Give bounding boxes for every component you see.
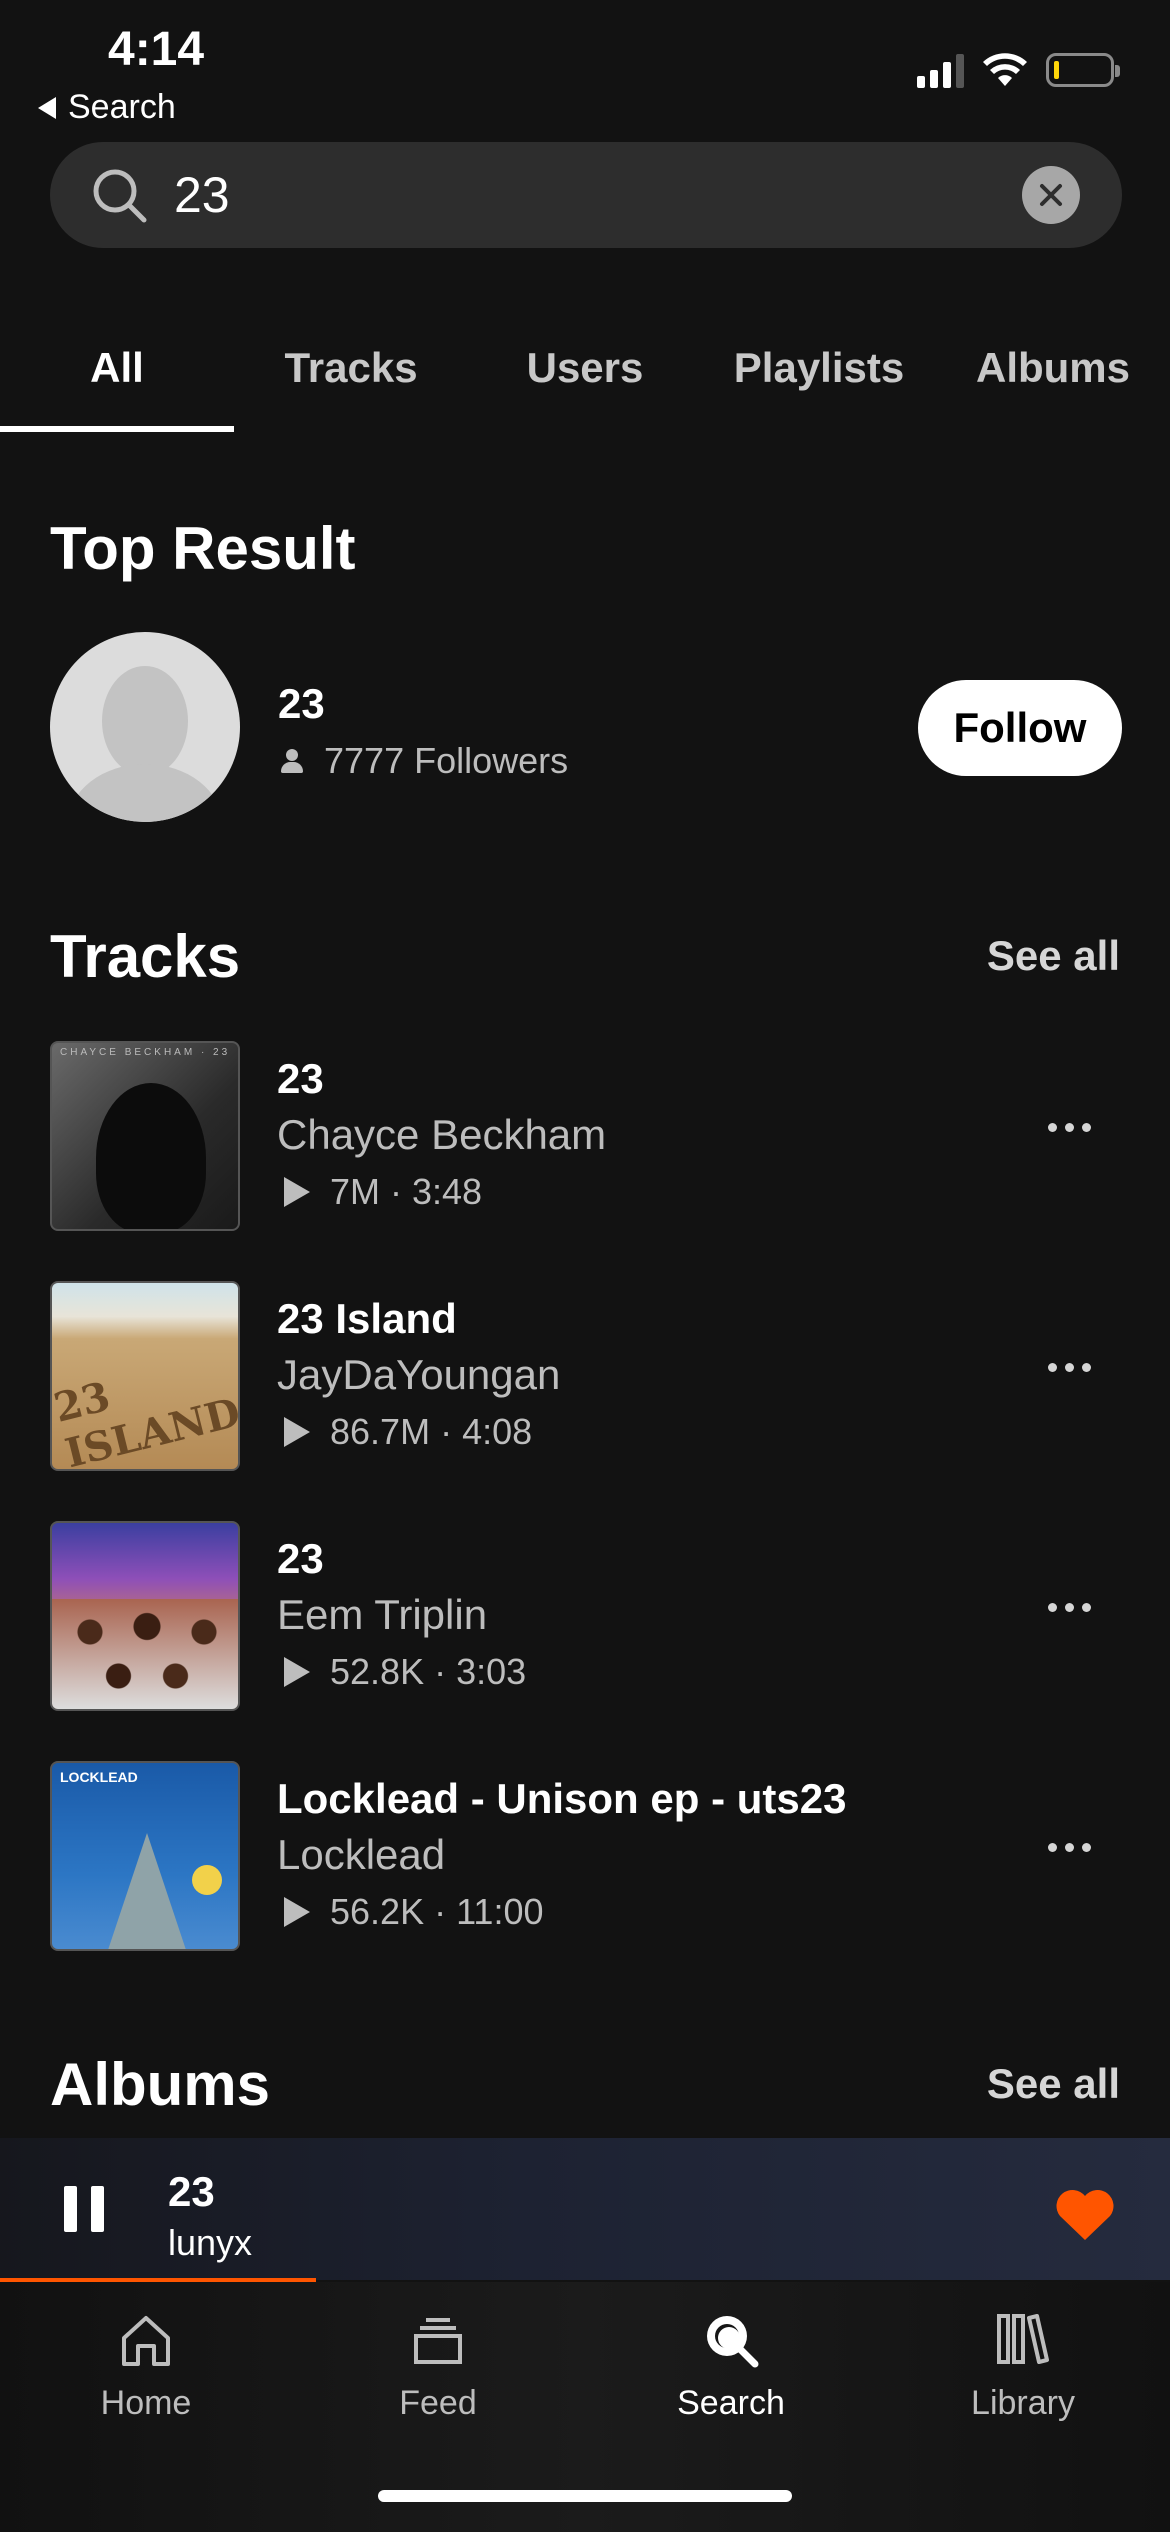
tab-albums[interactable]: Albums (976, 344, 1130, 392)
track-artwork: LOCKLEAD (50, 1761, 240, 1951)
nav-search[interactable]: Search (631, 2308, 831, 2423)
more-options-button[interactable] (1048, 1603, 1091, 1612)
person-icon (278, 747, 306, 775)
now-playing-artist: lunyx (168, 2222, 253, 2263)
nav-library[interactable]: Library (923, 2308, 1123, 2423)
track-duration: 4:08 (462, 1411, 533, 1452)
pause-button[interactable] (64, 2186, 104, 2232)
track-row[interactable]: 23 ISLAND 23 Island JayDaYoungan 86.7M ·… (0, 1281, 1170, 1473)
track-stats: 7M · 3:48 (284, 1171, 482, 1213)
track-plays: 7M (330, 1171, 381, 1212)
track-artist: JayDaYoungan (277, 1351, 561, 1398)
track-title: 23 (277, 1055, 324, 1102)
tab-users[interactable]: Users (527, 344, 644, 392)
nav-feed[interactable]: Feed (338, 2308, 538, 2423)
avatar[interactable] (50, 632, 240, 822)
search-icon (707, 2316, 759, 2368)
play-count-icon (284, 1897, 310, 1927)
track-row[interactable]: CHAYCE BECKHAM · 23 23 Chayce Beckham 7M… (0, 1041, 1170, 1233)
home-icon (122, 2316, 170, 2366)
track-artwork: CHAYCE BECKHAM · 23 (50, 1041, 240, 1231)
top-result-heading: Top Result (50, 515, 356, 582)
active-tab-indicator (0, 426, 234, 432)
nav-home-label: Home (100, 2384, 192, 2422)
library-icon (997, 2314, 1049, 2364)
search-icon (93, 169, 147, 223)
track-row[interactable]: 23 Eem Triplin 52.8K · 3:03 (0, 1521, 1170, 1713)
track-title: 23 Island (277, 1295, 457, 1342)
top-result-name[interactable]: 23 (278, 680, 325, 728)
albums-heading: Albums (50, 2051, 271, 2118)
track-title: Locklead - Unison ep - uts23 (277, 1775, 847, 1822)
tracks-heading: Tracks (50, 923, 241, 990)
nav-feed-label: Feed (399, 2384, 477, 2422)
track-stats: 52.8K · 3:03 (284, 1651, 526, 1693)
heart-icon[interactable] (1054, 2188, 1116, 2242)
track-plays: 52.8K (330, 1651, 425, 1692)
nav-home[interactable]: Home (46, 2308, 246, 2423)
tab-tracks[interactable]: Tracks (284, 344, 417, 392)
play-count-icon (284, 1417, 310, 1447)
track-duration: 11:00 (456, 1891, 544, 1932)
status-time: 4:14 (108, 23, 205, 76)
track-artist: Chayce Beckham (277, 1111, 607, 1158)
nav-library-label: Library (971, 2384, 1075, 2422)
home-indicator (378, 2490, 792, 2502)
now-playing-bar[interactable]: 23 lunyx (0, 2138, 1170, 2280)
top-result-followers: 7777 Followers (278, 740, 568, 782)
track-duration: 3:48 (412, 1171, 483, 1212)
back-to-search-link[interactable]: Search (38, 88, 176, 127)
more-options-button[interactable] (1048, 1363, 1091, 1372)
nav-search-label: Search (677, 2384, 785, 2422)
track-stats: 56.2K · 11:00 (284, 1891, 544, 1933)
back-link-label: Search (68, 88, 176, 126)
play-count-icon (284, 1657, 310, 1687)
cellular-signal-icon (917, 52, 964, 88)
tab-playlists[interactable]: Playlists (734, 344, 904, 392)
tab-all[interactable]: All (90, 344, 144, 392)
back-arrow-icon (38, 96, 56, 119)
track-row[interactable]: LOCKLEAD Locklead - Unison ep - uts23 Lo… (0, 1761, 1170, 1953)
more-options-button[interactable] (1048, 1843, 1091, 1852)
track-artist: Eem Triplin (277, 1591, 488, 1638)
now-playing-title: 23 (168, 2168, 215, 2215)
track-artwork (50, 1521, 240, 1711)
filter-tabs: All Tracks Users Playlists Albums (0, 300, 1170, 434)
track-title: 23 (277, 1535, 324, 1582)
search-input[interactable] (174, 166, 974, 224)
play-count-icon (284, 1177, 310, 1207)
clear-search-button[interactable] (1022, 166, 1080, 224)
tracks-see-all-link[interactable]: See all (987, 932, 1120, 980)
feed-icon (414, 2318, 462, 2364)
more-options-button[interactable] (1048, 1123, 1091, 1132)
followers-count: 7777 Followers (324, 740, 569, 781)
status-icons (917, 52, 1120, 88)
battery-icon (1046, 53, 1120, 87)
track-plays: 56.2K (330, 1891, 425, 1932)
track-artwork: 23 ISLAND (50, 1281, 240, 1471)
follow-button[interactable]: Follow (918, 680, 1122, 776)
close-icon (1040, 184, 1062, 206)
status-bar: 4:14 Search (0, 0, 1170, 140)
track-duration: 3:03 (456, 1651, 527, 1692)
wifi-icon (983, 53, 1027, 86)
albums-see-all-link[interactable]: See all (987, 2060, 1120, 2108)
track-stats: 86.7M · 4:08 (284, 1411, 532, 1453)
track-artist: Locklead (277, 1831, 446, 1878)
track-plays: 86.7M (330, 1411, 431, 1452)
search-bar[interactable] (50, 142, 1122, 248)
